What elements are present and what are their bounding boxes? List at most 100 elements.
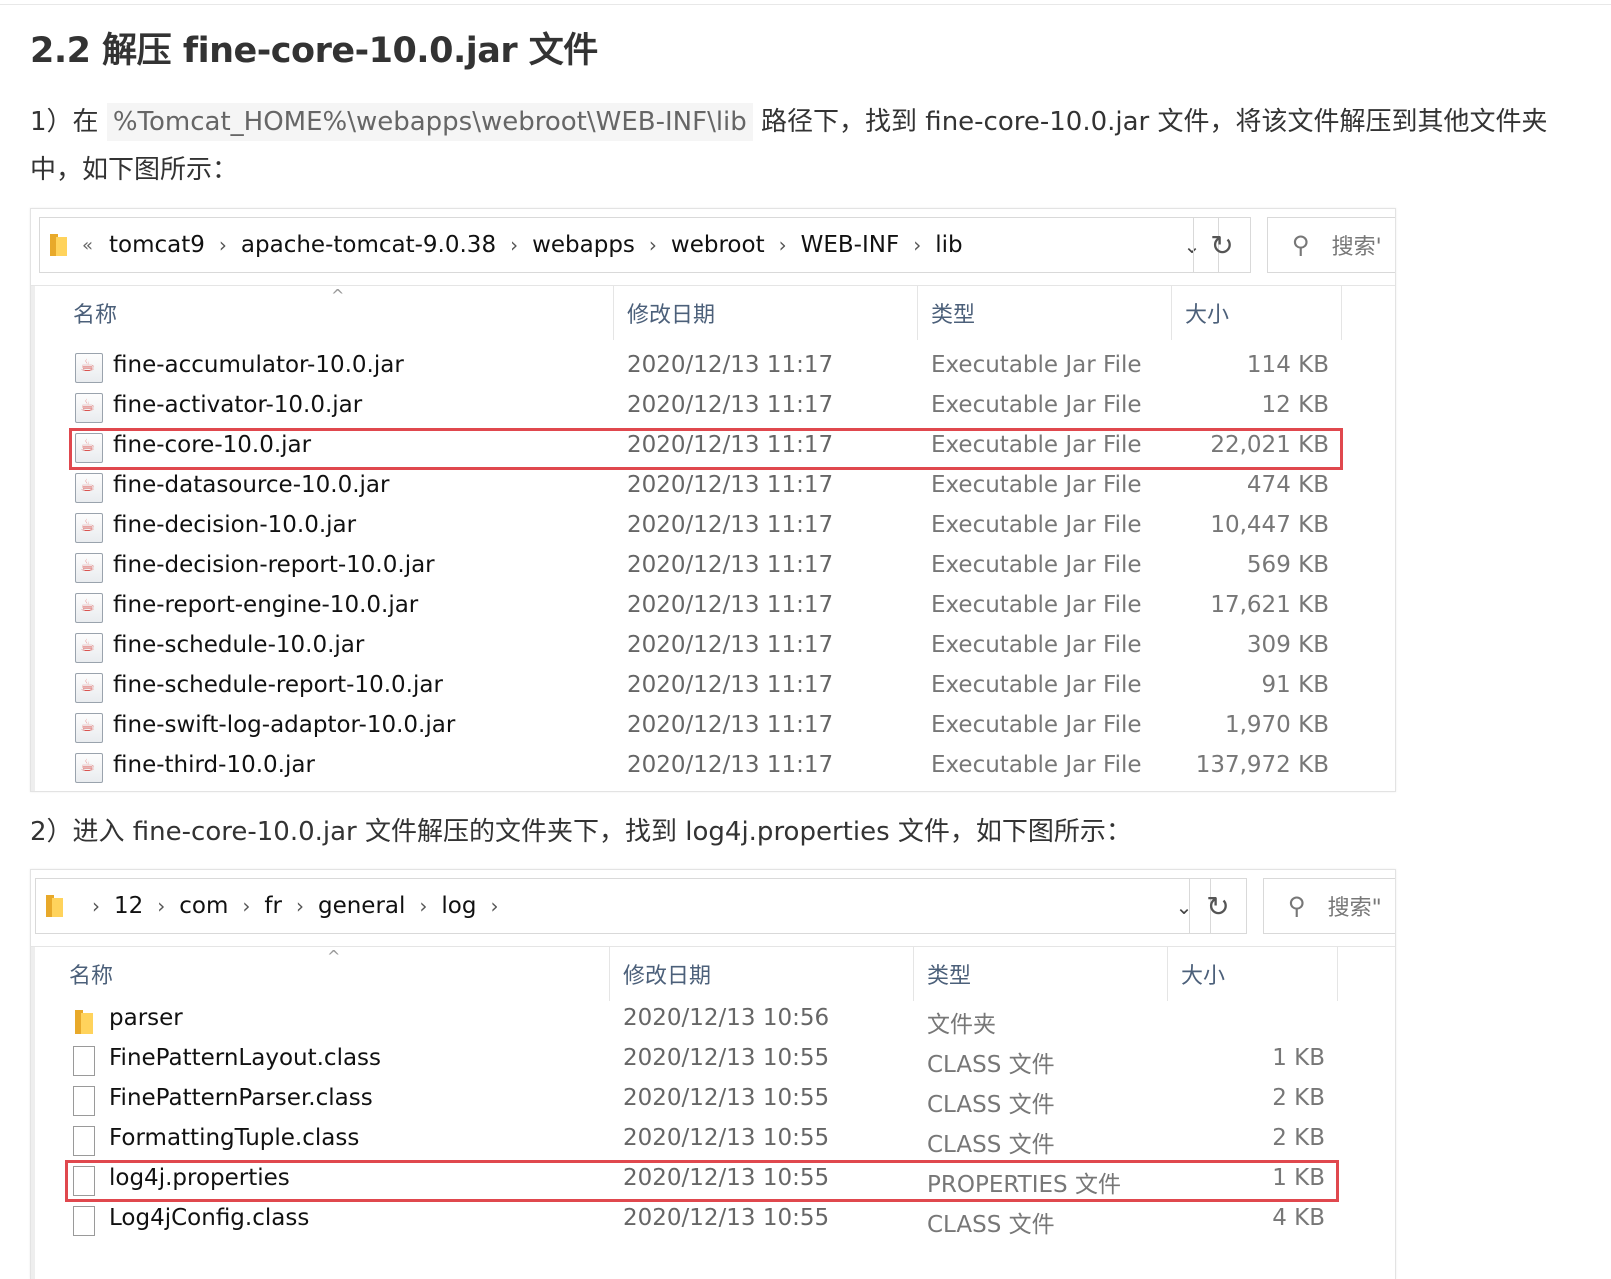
file-type: CLASS 文件 [927,1132,1055,1158]
breadcrumb-overflow-icon[interactable]: « [82,235,93,256]
file-row-fine-activator-10-0-jar[interactable]: fine-activator-10.0.jar 2020/12/13 11:17 E… [31,388,1395,428]
file-row-fine-swift-log-adaptor-10-0-jar[interactable]: fine-swift-log-adaptor-10.0.jar 2020/12/1… [31,708,1395,748]
breadcrumb-item-tomcat9[interactable]: tomcat9 [109,232,205,258]
chevron-right-icon[interactable]: › [510,233,518,257]
step1-paragraph-line2: 中，如下图所示： [30,155,239,185]
chevron-right-icon[interactable]: › [219,233,227,257]
breadcrumb-item-com[interactable]: com [179,893,228,919]
java-jar-file-icon [75,473,103,503]
file-row-formattingtuple-class[interactable]: FormattingTuple.class 2020/12/13 10:55 CLA… [31,1121,1395,1161]
breadcrumb-item-lib[interactable]: lib [935,232,962,258]
file-date: 2020/12/13 11:17 [627,552,834,578]
file-row-log4jconfig-class[interactable]: Log4jConfig.class 2020/12/13 10:55 CLASS 文… [31,1201,1395,1241]
file-type: 文件夹 [927,1012,996,1038]
breadcrumb-item-web-inf[interactable]: WEB-INF [801,232,900,258]
file-name: fine-activator-10.0.jar [113,392,363,418]
file-row-fine-schedule-report-10-0-jar[interactable]: fine-schedule-report-10.0.jar 2020/12/13 … [31,668,1395,708]
file-date: 2020/12/13 11:17 [627,472,834,498]
file-size: 114 KB [1246,352,1329,378]
file-size: 309 KB [1246,632,1329,658]
breadcrumb-item-webapps[interactable]: webapps [532,232,635,258]
file-row-fine-schedule-10-0-jar[interactable]: fine-schedule-10.0.jar 2020/12/13 11:17 Ex… [31,628,1395,668]
chevron-right-icon[interactable]: › [296,894,304,918]
file-name: FinePatternParser.class [109,1085,373,1111]
column-headers: ^ 名称 修改日期 类型 大小 [31,286,1395,340]
column-divider[interactable] [1337,947,1338,1001]
file-date: 2020/12/13 11:17 [627,392,834,418]
file-type: Executable Jar File [931,672,1142,698]
column-header-date[interactable]: 修改日期 [623,947,711,1001]
column-header-name[interactable]: 名称 [69,947,113,1001]
search-icon: ⚲ [1288,892,1306,920]
file-row-finepatternlayout-class[interactable]: FinePatternLayout.class 2020/12/13 10:55 C… [31,1041,1395,1081]
file-row-fine-datasource-10-0-jar[interactable]: fine-datasource-10.0.jar 2020/12/13 11:17… [31,468,1395,508]
search-box[interactable]: ⚲ 搜索" [1263,878,1395,934]
file-type: Executable Jar File [931,592,1142,618]
column-header-date[interactable]: 修改日期 [627,286,715,340]
column-divider[interactable] [917,286,918,340]
column-header-size[interactable]: 大小 [1185,286,1229,340]
file-name: FormattingTuple.class [109,1125,360,1151]
column-divider[interactable] [613,286,614,340]
file-date: 2020/12/13 11:17 [627,712,834,738]
search-placeholder: 搜索' [1331,235,1382,260]
chevron-right-icon[interactable]: › [913,233,921,257]
highlight-box-fine-core [69,428,1343,470]
chevron-right-icon[interactable]: › [490,894,498,918]
file-row-fine-accumulator-10-0-jar[interactable]: fine-accumulator-10.0.jar 2020/12/13 11:1… [31,348,1395,388]
file-size: 2 KB [1272,1125,1325,1151]
file-size: 1 KB [1272,1045,1325,1071]
column-divider[interactable] [1341,286,1342,340]
search-box[interactable]: ⚲ 搜索' [1267,217,1395,273]
folder-icon [71,1006,99,1036]
file-name: FinePatternLayout.class [109,1045,382,1071]
address-bar[interactable]: › 12 › com › fr › general › log › ⌄ [35,878,1211,934]
file-type: Executable Jar File [931,552,1142,578]
breadcrumb-item-webroot[interactable]: webroot [671,232,765,258]
chevron-right-icon[interactable]: › [242,894,250,918]
file-date: 2020/12/13 11:17 [627,512,834,538]
address-bar[interactable]: « tomcat9 › apache-tomcat-9.0.38 › webapps › w… [39,217,1219,273]
breadcrumb-item-log[interactable]: log [441,893,476,919]
chevron-right-icon[interactable]: › [649,233,657,257]
file-row-fine-decision-10-0-jar[interactable]: fine-decision-10.0.jar 2020/12/13 11:17 Ex… [31,508,1395,548]
file-name: fine-schedule-report-10.0.jar [113,672,443,698]
breadcrumb-item-fr[interactable]: fr [264,893,282,919]
breadcrumb-item-apache-tomcat-9-0-38[interactable]: apache-tomcat-9.0.38 [241,232,496,258]
file-row-fine-decision-report-10-0-jar[interactable]: fine-decision-report-10.0.jar 2020/12/13 … [31,548,1395,588]
column-header-type[interactable]: 类型 [927,947,971,1001]
file-row-fine-report-engine-10-0-jar[interactable]: fine-report-engine-10.0.jar 2020/12/13 11… [31,588,1395,628]
chevron-right-icon[interactable]: › [419,894,427,918]
file-row-fine-third-10-0-jar[interactable]: fine-third-10.0.jar 2020/12/13 11:17 Execu… [31,748,1395,788]
breadcrumb-item-12[interactable]: 12 [114,893,143,919]
refresh-button[interactable]: ↻ [1189,878,1247,934]
column-header-name[interactable]: 名称 [73,286,117,340]
search-icon: ⚲ [1292,231,1310,259]
search-placeholder: 搜索" [1327,896,1382,921]
column-divider[interactable] [1171,286,1172,340]
column-header-type[interactable]: 类型 [931,286,975,340]
column-divider[interactable] [913,947,914,1001]
step2-paragraph: 2）进入 fine-core-10.0.jar 文件解压的文件夹下，找到 log… [30,817,1132,847]
file-row-finepatternparser-class[interactable]: FinePatternParser.class 2020/12/13 10:55 C… [31,1081,1395,1121]
chevron-right-icon[interactable]: › [779,233,787,257]
folder-icon [50,234,68,256]
refresh-button[interactable]: ↻ [1193,217,1251,273]
step1-prefix: 1）在 [30,107,107,137]
chevron-right-icon[interactable]: › [92,894,100,918]
sort-up-icon: ^ [327,947,341,966]
column-divider[interactable] [609,947,610,1001]
chevron-right-icon[interactable]: › [157,894,165,918]
column-divider[interactable] [1167,947,1168,1001]
breadcrumb: « tomcat9 › apache-tomcat-9.0.38 › webapps › w… [82,232,963,258]
file-type: Executable Jar File [931,712,1142,738]
breadcrumb: › 12 › com › fr › general › log › [78,893,512,919]
refresh-icon: ↻ [1206,889,1230,923]
file-type: Executable Jar File [931,512,1142,538]
column-headers: ^ 名称 修改日期 类型 大小 [31,947,1395,1001]
file-size: 137,972 KB [1195,752,1329,778]
file-row-parser[interactable]: parser 2020/12/13 10:56 文件夹 [31,1001,1395,1041]
file-name: Log4jConfig.class [109,1205,310,1231]
column-header-size[interactable]: 大小 [1181,947,1225,1001]
breadcrumb-item-general[interactable]: general [318,893,405,919]
